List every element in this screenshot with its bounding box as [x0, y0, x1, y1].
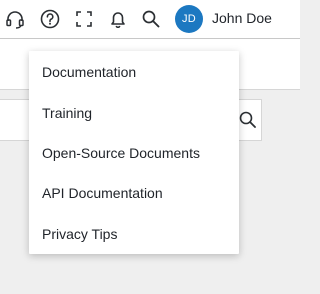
avatar-initials: JD: [181, 13, 197, 25]
help-circle-icon[interactable]: [39, 8, 61, 30]
page-search-icon[interactable]: [238, 110, 258, 130]
user-name[interactable]: John Doe: [212, 10, 272, 26]
menu-item-label: Privacy Tips: [42, 226, 118, 242]
menu-item-training[interactable]: Training: [29, 93, 239, 133]
user-avatar[interactable]: JD: [175, 5, 203, 33]
fullscreen-icon[interactable]: [73, 8, 95, 30]
menu-item-label: API Documentation: [42, 185, 163, 201]
menu-item-open-source-documents[interactable]: Open-Source Documents: [29, 133, 239, 173]
menu-item-label: Open-Source Documents: [42, 145, 200, 161]
app-window: JD John Doe Documentation Training Open-…: [0, 0, 300, 294]
menu-item-label: Training: [42, 105, 93, 121]
menu-item-documentation[interactable]: Documentation: [29, 52, 239, 92]
menu-item-api-documentation[interactable]: API Documentation: [29, 173, 239, 213]
menu-item-label: Documentation: [42, 64, 137, 80]
headset-icon[interactable]: [4, 8, 26, 30]
top-header-bar: JD John Doe: [0, 0, 300, 39]
search-icon[interactable]: [140, 8, 162, 30]
bell-icon[interactable]: [107, 8, 129, 30]
help-dropdown-menu: Documentation Training Open-Source Docum…: [29, 51, 239, 254]
menu-item-privacy-tips[interactable]: Privacy Tips: [29, 214, 239, 254]
